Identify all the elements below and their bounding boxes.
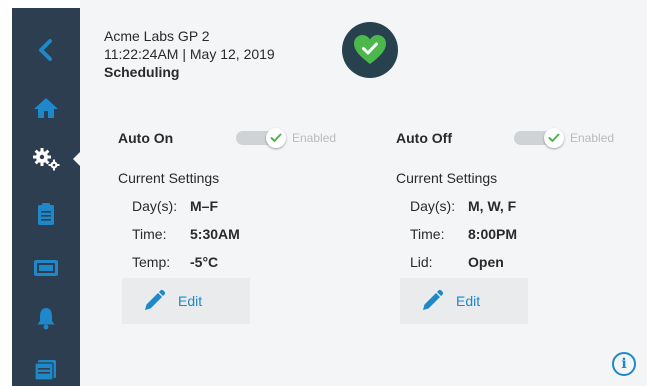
pencil-icon bbox=[145, 289, 166, 310]
toggle-knob bbox=[266, 128, 286, 148]
days-row: Day(s): M, W, F bbox=[410, 198, 516, 214]
main-panel: Acme Labs GP 2 11:22:24AM | May 12, 2019… bbox=[80, 0, 647, 386]
back-button[interactable] bbox=[12, 30, 80, 70]
temp-row: Temp: -5°C bbox=[132, 254, 218, 270]
sidebar-item-files[interactable] bbox=[12, 350, 80, 386]
settings-gears-icon bbox=[33, 148, 60, 171]
monitor-icon bbox=[34, 260, 58, 276]
auto-on-edit-button[interactable]: Edit bbox=[122, 278, 250, 324]
status-badge bbox=[342, 22, 398, 78]
bell-icon bbox=[37, 308, 55, 330]
current-settings-heading: Current Settings bbox=[118, 170, 220, 186]
clipboard-icon bbox=[38, 203, 54, 225]
lid-key: Lid: bbox=[410, 254, 433, 270]
days-key: Day(s): bbox=[132, 198, 178, 214]
sidebar-item-monitor[interactable] bbox=[12, 248, 80, 288]
page-title: Scheduling bbox=[104, 64, 180, 80]
edit-label: Edit bbox=[456, 293, 481, 309]
back-chevron-icon bbox=[39, 39, 52, 61]
temp-value: -5°C bbox=[190, 254, 219, 270]
sidebar-item-alerts[interactable] bbox=[12, 298, 80, 338]
days-value: M, W, F bbox=[468, 198, 517, 214]
edit-label: Edit bbox=[178, 293, 203, 309]
days-row: Day(s): M–F bbox=[132, 198, 218, 214]
days-value: M–F bbox=[190, 198, 218, 214]
auto-on-label: Auto On bbox=[118, 130, 174, 146]
time-value: 8:00PM bbox=[468, 226, 518, 242]
auto-off-edit-button[interactable]: Edit bbox=[400, 278, 528, 324]
auto-off-toggle[interactable]: Enabled bbox=[514, 128, 614, 148]
check-icon bbox=[548, 133, 560, 142]
home-icon bbox=[34, 98, 58, 118]
pencil-icon bbox=[423, 289, 444, 310]
sidebar-item-home[interactable] bbox=[12, 88, 80, 128]
sidebar bbox=[12, 8, 81, 386]
info-icon[interactable]: i bbox=[612, 352, 636, 376]
temp-key: Temp: bbox=[132, 254, 171, 270]
toggle-state-label: Enabled bbox=[292, 131, 337, 145]
toggle-track bbox=[236, 128, 286, 148]
current-settings-heading: Current Settings bbox=[396, 170, 498, 186]
toggle-knob bbox=[544, 128, 564, 148]
datetime: 11:22:24AM | May 12, 2019 bbox=[104, 46, 275, 62]
lid-value: Open bbox=[468, 254, 504, 270]
time-row: Time: 8:00PM bbox=[410, 226, 517, 242]
auto-off-label: Auto Off bbox=[396, 130, 452, 146]
sidebar-item-clipboard[interactable] bbox=[12, 194, 80, 234]
auto-on-toggle[interactable]: Enabled bbox=[236, 128, 336, 148]
time-key: Time: bbox=[132, 226, 167, 242]
check-icon bbox=[270, 133, 282, 142]
toggle-state-label: Enabled bbox=[570, 131, 615, 145]
time-row: Time: 5:30AM bbox=[132, 226, 240, 242]
toggle-track bbox=[514, 128, 564, 148]
days-key: Day(s): bbox=[410, 198, 456, 214]
device-name: Acme Labs GP 2 bbox=[104, 28, 210, 44]
time-value: 5:30AM bbox=[190, 226, 240, 242]
sidebar-item-settings[interactable] bbox=[12, 139, 80, 179]
folder-list-icon bbox=[34, 360, 56, 381]
time-key: Time: bbox=[410, 226, 445, 242]
lid-row: Lid: Open bbox=[410, 254, 504, 270]
heart-check-icon bbox=[354, 35, 386, 64]
